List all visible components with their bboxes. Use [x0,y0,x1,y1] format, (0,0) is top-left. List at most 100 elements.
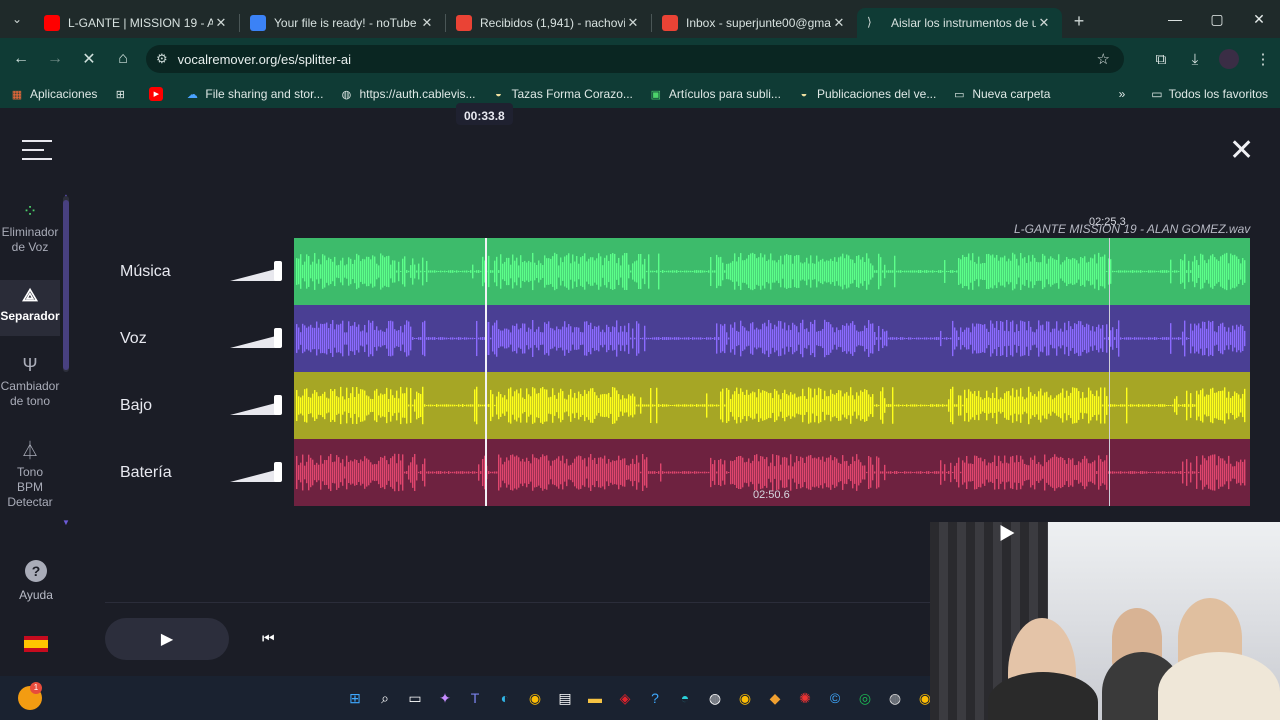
profile-avatar[interactable] [1219,49,1239,69]
minimize-button[interactable]: — [1154,0,1196,38]
bookmark-item[interactable]: ▭ Nueva carpeta [952,87,1050,101]
bookmark-item[interactable]: ◒ Tazas Forma Corazo... [492,87,633,101]
track-label: Batería [120,463,172,481]
bookmark-item[interactable]: ☁ File sharing and stor... [185,87,324,101]
edge-icon[interactable]: ◐ [490,686,520,710]
spotify-icon[interactable]: ◎ [850,686,880,710]
metronome-icon: ⏃ [21,441,39,461]
close-icon[interactable]: ✕ [1229,136,1254,166]
sidebar-item-label: Cambiador [0,379,60,393]
sidebar-item-label: Eliminador [1,225,59,239]
browser-tab[interactable]: Recibidos (1,941) - nachovilla ✕ [446,8,651,38]
globe-icon: ◍ [341,88,352,101]
bookmark-item[interactable]: ▦ Aplicaciones [10,87,98,101]
close-tab-icon[interactable]: ✕ [213,15,229,31]
browser-tab[interactable]: Inbox - superjunte00@gmail ✕ [652,8,857,38]
track-header: Batería [105,439,294,506]
forward-arrow-icon[interactable]: → [38,42,72,76]
skip-back-icon: ⏮ [262,630,275,646]
skip-to-start-button[interactable]: ⏮ [262,630,275,647]
bookmark-item[interactable]: ▶ [149,87,169,101]
store-icon[interactable]: ▤ [550,686,580,710]
close-tab-icon[interactable]: ✕ [831,15,847,31]
end-marker-line[interactable] [1109,238,1111,506]
spain-flag-icon[interactable] [24,636,48,652]
tab-title: Your file is ready! - noTube [274,16,417,30]
youtube-icon [44,15,60,31]
play-button[interactable]: ▶ [105,618,229,660]
bookmark-label: Nueva carpeta [972,87,1051,101]
home-icon[interactable]: ⌂ [106,42,140,76]
track-row: Música [105,238,1250,305]
bookmark-item[interactable]: ⊞ [113,87,133,101]
browser-tab[interactable]: Your file is ready! - noTube ✕ [240,8,445,38]
help-app-icon[interactable]: ? [640,686,670,710]
chrome-icon[interactable]: ◉ [730,686,760,710]
search-icon[interactable]: ⌕ [370,686,400,710]
teams-icon[interactable]: T [460,686,490,710]
folder-icon: ▭ [954,88,965,101]
waveform[interactable] [294,238,1250,305]
extensions-icon[interactable]: ⧉ [1144,42,1178,76]
scroll-down-icon[interactable]: ▼ [62,518,70,527]
sidebar-item-label: Separador [0,309,60,323]
close-window-button[interactable]: ✕ [1238,0,1280,38]
sidebar-item-pitch-changer[interactable]: Ψ Cambiador de tono [0,356,60,409]
sidebar-item-separador[interactable]: ⟁ Separador [0,280,60,336]
folder-icon: ▭ [1151,87,1163,101]
all-bookmarks-link[interactable]: Todos los favoritos [1169,87,1268,101]
app-icon[interactable]: © [820,686,850,710]
tab-search-button[interactable]: ⌄ [0,0,34,38]
menu-kebab-icon[interactable]: ⋮ [1246,42,1280,76]
sidebar-item-bpm-finder[interactable]: ⏃ Tono BPM Detectar [0,441,60,510]
chrome-icon[interactable]: ◉ [520,686,550,710]
track-row: Bajo [105,372,1250,439]
obs-icon[interactable]: ◍ [880,686,910,710]
help-button[interactable]: ? Ayuda [14,560,58,602]
windows-start-icon[interactable]: ⊞ [340,686,370,710]
waveform[interactable] [294,305,1250,372]
downloads-icon[interactable]: ⤓ [1178,42,1212,76]
mcafee-icon[interactable]: ◈ [610,686,640,710]
notification-orb-icon[interactable]: 1 [18,682,42,710]
sidebar-item-label: de tono [9,394,51,408]
site-settings-icon[interactable]: ⚙ [156,51,168,67]
address-bar[interactable]: ⚙ vocalremover.org/es/splitter-ai ☆ [146,45,1124,73]
sidebar-scrollbar[interactable] [63,196,69,372]
track-label: Voz [120,329,147,347]
browser-tab[interactable]: L-GANTE | MISSION 19 - ALA ✕ [34,8,239,38]
file-explorer-icon[interactable]: ▬ [580,686,610,710]
close-tab-icon[interactable]: ✕ [419,15,435,31]
new-tab-button[interactable]: + [1062,11,1096,32]
app-icon[interactable]: ◓ [670,686,700,710]
divider [105,602,945,603]
sidebar-item-vocal-remover[interactable]: ⁘ Eliminador de Voz [0,202,60,255]
track-header: Voz [105,305,294,372]
app-icon[interactable]: ◍ [700,686,730,710]
browser-tab-active[interactable]: ⟩ Aislar los instrumentos de una ✕ [857,8,1062,38]
bookmark-item[interactable]: ◍ https://auth.cablevis... [339,87,476,101]
bookmarks-more-button[interactable]: » [1119,87,1126,101]
bookmarks-bar: ▦ Aplicaciones ⊞ ▶ ☁ File sharing and stor… [0,80,1280,108]
back-arrow-icon[interactable]: ← [4,42,38,76]
close-tab-icon[interactable]: ✕ [625,15,641,31]
task-view-icon[interactable]: ▭ [400,686,430,710]
app-icon[interactable]: ✺ [790,686,820,710]
close-tab-icon[interactable]: ✕ [1036,15,1052,31]
copilot-icon[interactable]: ✦ [430,686,460,710]
volume-slider[interactable] [230,394,282,415]
bookmark-item[interactable]: ◒ Publicaciones del ve... [797,87,937,101]
track-row: Batería [105,439,1250,506]
waveform[interactable] [294,372,1250,439]
volume-slider[interactable] [230,260,282,281]
bookmark-item[interactable]: ▣ Artículos para subli... [649,87,781,101]
stop-loading-icon[interactable]: ✕ [72,42,106,76]
volume-slider[interactable] [230,461,282,482]
track-label: Música [120,262,171,280]
playhead[interactable] [485,238,488,506]
bookmark-star-icon[interactable]: ☆ [1097,50,1110,68]
volume-slider[interactable] [230,327,282,348]
hamburger-menu-icon[interactable] [22,140,52,162]
maximize-button[interactable]: ▢ [1196,0,1238,38]
app-icon[interactable]: ◆ [760,686,790,710]
